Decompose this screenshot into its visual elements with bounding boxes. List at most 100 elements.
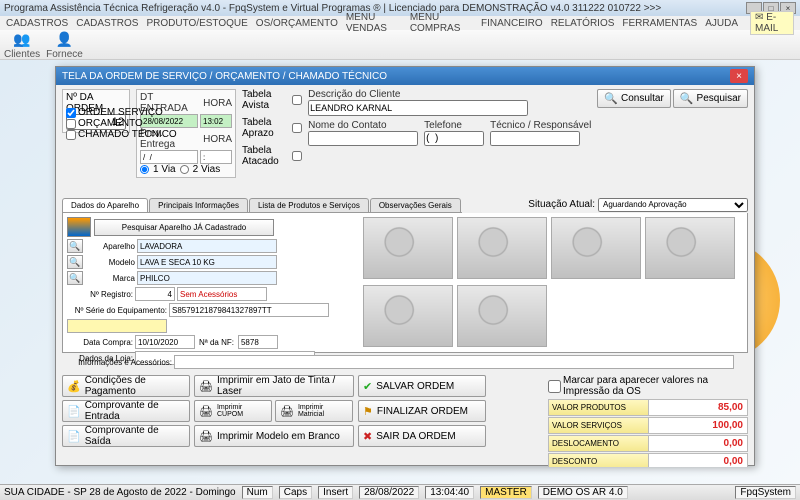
tb-fornece[interactable]: 👤Fornece [46, 29, 83, 60]
lookup-modelo-button[interactable]: 🔍 [67, 255, 83, 269]
menu-bar: CADASTROS CADASTROS PRODUTO/ESTOQUE OS/O… [0, 16, 800, 30]
registro-input[interactable] [135, 287, 175, 301]
print-jato-button[interactable]: 🖨Imprimir em Jato de Tinta / Laser [194, 375, 354, 397]
cliente-name-input[interactable] [308, 100, 528, 116]
salvar-button[interactable]: ✔SALVAR ORDEM [358, 375, 486, 397]
topbuttons: 🔍Consultar 🔍Pesquisar [597, 89, 748, 108]
product-image[interactable] [363, 285, 453, 347]
flag-icon: ⚑ [363, 405, 373, 418]
product-image[interactable] [645, 217, 735, 279]
situacao-select[interactable]: Aguardando Aprovação [598, 198, 748, 212]
sair-button[interactable]: ✖SAIR DA ORDEM [358, 425, 486, 447]
type-os-check[interactable] [66, 108, 76, 118]
app-title: Programa Assistência Técnica Refrigeraçã… [4, 3, 661, 14]
status-demo: DEMO OS AR 4.0 [538, 486, 628, 499]
lookup-marca-button[interactable]: 🔍 [67, 271, 83, 285]
valor-produtos: 85,00 [649, 402, 747, 413]
tecnico-input[interactable] [490, 131, 580, 146]
menu-financeiro[interactable]: FINANCEIRO [481, 18, 543, 29]
tabs: Dados do Aparelho Principais Informações… [62, 198, 462, 213]
printer-icon: 🖨 [199, 405, 213, 418]
prev-time-input[interactable] [200, 150, 232, 164]
status-bar: SUA CIDADE - SP 28 de Agosto de 2022 - D… [0, 484, 800, 500]
tab-obs[interactable]: Observações Gerais [370, 198, 461, 212]
info-input[interactable] [174, 355, 734, 369]
status-user: MASTER [480, 486, 532, 499]
type-orc-check[interactable] [66, 119, 76, 129]
product-image[interactable] [457, 217, 547, 279]
condicoes-button[interactable]: 💰Condições de Pagamento [62, 375, 190, 397]
image-grid [363, 217, 743, 348]
via1-radio[interactable] [140, 165, 149, 174]
yellow-input[interactable] [67, 319, 167, 333]
print-cupom-button[interactable]: 🖨Imprimir CUPOM [194, 400, 272, 422]
window-close-button[interactable]: × [730, 69, 748, 83]
totals-box: Marcar para aparecer valores na Impressã… [548, 375, 748, 467]
tabela-avista-check[interactable] [292, 95, 302, 105]
product-image[interactable] [551, 217, 641, 279]
product-image[interactable] [363, 217, 453, 279]
desktop: TELA DA ORDEM DE SERVIÇO / ORÇAMENTO / C… [0, 60, 800, 484]
tab-principais[interactable]: Principais Informações [149, 198, 248, 212]
menu-relatorios[interactable]: RELATÓRIOS [551, 18, 615, 29]
main-toolbar: 👥Clientes 👤Fornece [0, 30, 800, 60]
lookup-aparelho-button[interactable]: 🔍 [67, 239, 83, 253]
menu-cadastros2[interactable]: CADASTROS [76, 18, 138, 29]
logo-icon [67, 217, 91, 237]
comp-saida-button[interactable]: 📄Comprovante de Saída [62, 425, 190, 447]
menu-ajuda[interactable]: AJUDA [705, 18, 738, 29]
menu-vendas[interactable]: MENU VENDAS [346, 12, 402, 34]
consultar-button[interactable]: 🔍Consultar [597, 89, 671, 108]
tb-clientes[interactable]: 👥Clientes [4, 29, 40, 60]
status-city: SUA CIDADE - SP 28 de Agosto de 2022 - D… [4, 487, 236, 498]
status-sys: FpqSystem [735, 486, 796, 499]
window-header[interactable]: TELA DA ORDEM DE SERVIÇO / ORÇAMENTO / C… [56, 67, 754, 85]
status-num: Num [242, 486, 273, 499]
printer-icon: 🖨 [199, 380, 213, 393]
pesquisar-button[interactable]: 🔍Pesquisar [673, 89, 748, 108]
vias-radio: 1 Via 2 Vias [140, 164, 232, 175]
check-icon: ✔ [363, 380, 372, 393]
money-icon: 💰 [67, 380, 81, 393]
menu-ferramentas[interactable]: FERRAMENTAS [622, 18, 697, 29]
status-caps: Caps [279, 486, 312, 499]
desconto: 0,00 [649, 456, 747, 467]
comp-entrada-button[interactable]: 📄Comprovante de Entrada [62, 400, 190, 422]
product-image[interactable] [457, 285, 547, 347]
nf-input[interactable] [238, 335, 278, 349]
menu-compras[interactable]: MENU COMPRAS [410, 12, 473, 34]
menu-produto[interactable]: PRODUTO/ESTOQUE [146, 18, 247, 29]
print-matricial-button[interactable]: 🖨Imprimir Matricial [275, 400, 353, 422]
prev-date-input[interactable] [140, 150, 198, 164]
print-branco-button[interactable]: 🖨Imprimir Modelo em Branco [194, 425, 354, 447]
finalizar-button[interactable]: ⚑FINALIZAR ORDEM [358, 400, 486, 422]
via2-radio[interactable] [180, 165, 189, 174]
compra-date-input[interactable] [135, 335, 195, 349]
tab-dados[interactable]: Dados do Aparelho [62, 198, 148, 212]
modelo-input[interactable] [137, 255, 277, 269]
email-button[interactable]: ✉ E-MAIL [750, 11, 794, 35]
search-aparelho-button[interactable]: Pesquisar Aparelho JÁ Cadastrado [94, 219, 274, 236]
marker-check[interactable] [548, 380, 561, 393]
situacao-box: Situação Atual: Aguardando Aprovação [528, 198, 748, 212]
entry-time-input[interactable] [200, 114, 232, 128]
printer-icon: 🖨 [199, 430, 213, 443]
serie-input[interactable] [169, 303, 329, 317]
valor-servicos: 100,00 [649, 420, 747, 431]
tab-lista[interactable]: Lista de Produtos e Serviços [249, 198, 369, 212]
aparelho-input[interactable] [137, 239, 277, 253]
menu-cadastros[interactable]: CADASTROS [6, 18, 68, 29]
person-icon: 👤 [52, 29, 76, 49]
tabela-atacado-check[interactable] [292, 151, 302, 161]
contato-input[interactable] [308, 131, 418, 146]
tabela-aprazo-check[interactable] [292, 123, 302, 133]
type-chamado-check[interactable] [66, 130, 76, 140]
status-date: 28/08/2022 [359, 486, 419, 499]
tabela-box: Tabela Avista Tabela Aprazo Tabela Ataca… [242, 89, 302, 167]
telefone-input[interactable] [424, 131, 484, 146]
marca-input[interactable] [137, 271, 277, 285]
cliente-box: Descrição do Cliente Nome do Contato Tel… [308, 89, 591, 149]
deslocamento: 0,00 [649, 438, 747, 449]
menu-os[interactable]: OS/ORÇAMENTO [256, 18, 338, 29]
os-window: TELA DA ORDEM DE SERVIÇO / ORÇAMENTO / C… [55, 66, 755, 466]
